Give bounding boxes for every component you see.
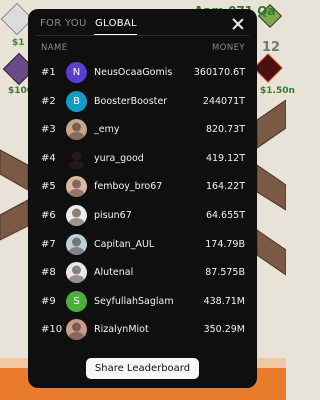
player-money: 64.655T [205, 210, 245, 221]
player-money: 87.575B [205, 267, 245, 279]
leaderboard-row[interactable]: #4 yura_good 419.12T [28, 146, 257, 174]
player-money: 438.71M [203, 295, 245, 307]
share-leaderboard-button[interactable]: Share Leaderboard [86, 358, 199, 379]
player-avatar [66, 205, 87, 226]
avatar-letter: B [73, 95, 80, 107]
player-avatar: B [66, 90, 87, 112]
player-money: 244071T [202, 95, 245, 107]
player-money: 419.12T [205, 152, 245, 164]
player-avatar: N [66, 62, 87, 83]
player-avatar [66, 119, 87, 141]
leaderboard-modal: FOR YOU GLOBAL NAME MONEY #1 N NeusOcaaGom… [28, 9, 257, 388]
avatar-letter: N [72, 67, 81, 78]
column-header-money: MONEY [212, 43, 245, 53]
player-name: NeusOcaaGomis [94, 67, 173, 78]
close-icon[interactable] [231, 17, 245, 31]
leaderboard-row[interactable]: #6 pisun67 64.655T [28, 203, 257, 231]
rank-label: #4 [41, 152, 56, 164]
bg-value-right: $1.50n [260, 86, 295, 96]
player-name: femboy_bro67 [94, 181, 163, 193]
leaderboard-row[interactable]: #9 S SeyfullahSaglam 438.71M [28, 289, 257, 317]
rank-label: #9 [41, 295, 56, 307]
player-name: Capitan_AUL [94, 238, 155, 250]
leaderboard-row[interactable]: #10 RizalynMiot 350.29M [28, 317, 257, 345]
leaderboard-row[interactable]: #8 Alutenal 87.575B [28, 260, 257, 288]
player-money: 164.22T [205, 181, 245, 193]
rank-label: #1 [41, 67, 56, 78]
player-avatar [66, 319, 87, 341]
player-money: 820.73T [205, 124, 245, 136]
rank-label: #5 [41, 181, 56, 193]
bg-number: 12 [262, 40, 281, 55]
rank-label: #2 [41, 95, 56, 107]
player-name: pisun67 [94, 210, 132, 221]
player-avatar [66, 147, 87, 169]
leaderboard-row[interactable]: #1 N NeusOcaaGomis 360170.6T [28, 60, 257, 88]
player-name: SeyfullahSaglam [94, 295, 174, 307]
tabs-divider [36, 35, 249, 36]
column-header-name: NAME [41, 43, 68, 53]
player-name: _emy [94, 124, 120, 136]
rank-label: #10 [41, 324, 63, 336]
player-name: yura_good [94, 152, 144, 164]
tab-global[interactable]: GLOBAL [95, 18, 137, 29]
player-avatar [66, 176, 87, 198]
player-avatar [66, 233, 87, 255]
avatar-letter: S [73, 295, 80, 307]
rank-label: #8 [41, 267, 56, 279]
tab-for-you[interactable]: FOR YOU [40, 18, 87, 29]
player-avatar: S [66, 290, 87, 312]
player-name: RizalynMiot [94, 324, 149, 336]
leaderboard-row[interactable]: #7 Capitan_AUL 174.79B [28, 232, 257, 260]
leaderboard-row[interactable]: #5 femboy_bro67 164.22T [28, 174, 257, 202]
leaderboard-row[interactable]: #2 B BoosterBooster 244071T [28, 89, 257, 117]
rank-label: #7 [41, 238, 56, 250]
player-name: Alutenal [94, 267, 134, 279]
bg-value-top-left: $1 [12, 38, 25, 48]
rank-label: #6 [41, 210, 56, 221]
player-money: 174.79B [205, 238, 245, 250]
player-name: BoosterBooster [94, 95, 168, 107]
rank-label: #3 [41, 124, 56, 136]
player-money: 360170.6T [193, 67, 245, 78]
player-money: 350.29M [203, 324, 245, 336]
leaderboard-row[interactable]: #3 _emy 820.73T [28, 117, 257, 145]
player-avatar [66, 262, 87, 284]
